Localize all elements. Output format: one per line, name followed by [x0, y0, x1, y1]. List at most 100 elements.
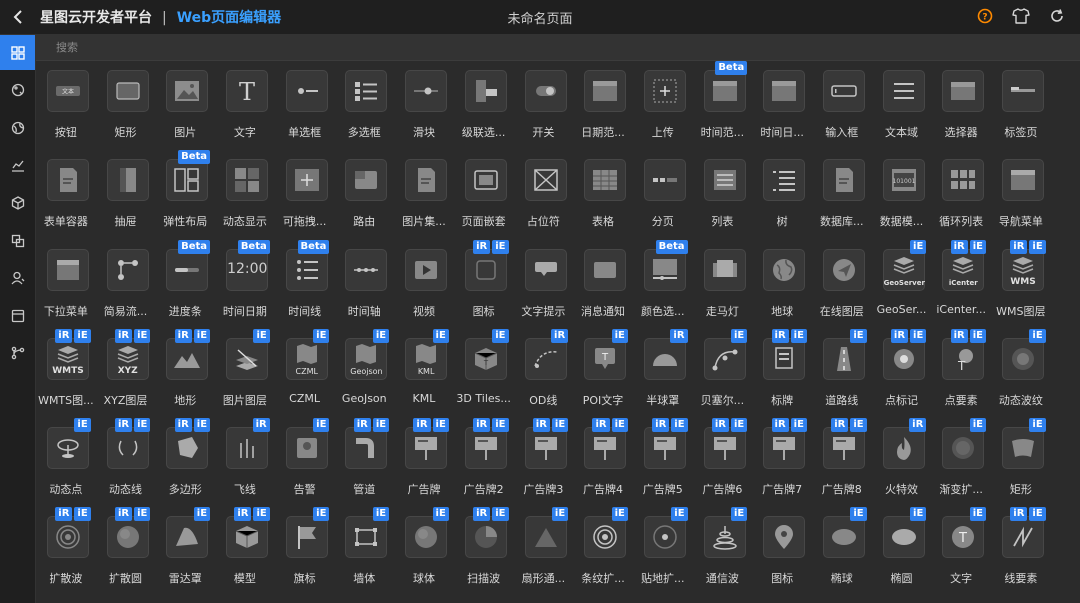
- component-item[interactable]: 动态显示: [215, 150, 275, 239]
- component-item[interactable]: 在线图层: [812, 240, 872, 329]
- component-item[interactable]: 路由: [334, 150, 394, 239]
- component-item[interactable]: Beta 颜色选...: [633, 239, 693, 329]
- component-item[interactable]: iE 墙体: [334, 507, 394, 596]
- component-item[interactable]: iR iE 地形: [155, 328, 215, 418]
- component-item[interactable]: iE 椭球: [812, 507, 872, 596]
- component-item[interactable]: Geojson iE GeoJson: [334, 328, 394, 418]
- sidebar-user-icon[interactable]: [0, 261, 35, 296]
- component-item[interactable]: iE 球体: [394, 507, 454, 596]
- component-item[interactable]: CZML iE CZML: [275, 328, 335, 418]
- component-item[interactable]: iR OD线: [514, 328, 574, 418]
- component-item[interactable]: iE 条纹扩...: [573, 507, 633, 596]
- component-item[interactable]: 开关: [514, 61, 574, 150]
- component-item[interactable]: 图片集...: [394, 150, 454, 239]
- component-item[interactable]: iR 飞线: [215, 418, 275, 507]
- component-item[interactable]: iR iE 广告牌3: [514, 418, 574, 507]
- component-item[interactable]: iR iE 扫描波: [454, 507, 514, 596]
- component-item[interactable]: iE 动态点: [36, 418, 96, 507]
- component-item[interactable]: iE 贴地扩...: [633, 507, 693, 596]
- component-item[interactable]: Beta 弹性布局: [155, 150, 215, 239]
- component-item[interactable]: 视频: [394, 240, 454, 329]
- component-item[interactable]: iR iE 广告牌6: [693, 418, 753, 507]
- component-item[interactable]: 12:00 Beta 时间日期: [215, 239, 275, 329]
- component-item[interactable]: 文字提示: [514, 240, 574, 329]
- component-item[interactable]: 时间轴: [334, 240, 394, 329]
- component-item[interactable]: iE 旗标: [275, 507, 335, 596]
- component-item[interactable]: iR iE 广告牌5: [633, 418, 693, 507]
- component-item[interactable]: Beta 时间范...: [693, 61, 753, 150]
- component-item[interactable]: TiE 文字: [931, 507, 991, 596]
- component-item[interactable]: 级联选...: [454, 61, 514, 150]
- component-item[interactable]: iCenter iR iE iCenter...: [931, 239, 991, 329]
- component-item[interactable]: 表单容器: [36, 150, 96, 239]
- component-item[interactable]: iR iE 扩散波: [36, 507, 96, 596]
- component-item[interactable]: iR 火特效: [872, 418, 932, 507]
- component-item[interactable]: iE 告警: [275, 418, 335, 507]
- sidebar-grid-icon[interactable]: [0, 35, 35, 70]
- component-item[interactable]: 图片: [155, 61, 215, 150]
- component-item[interactable]: 树: [752, 150, 812, 239]
- component-item[interactable]: iE 通信波: [693, 507, 753, 596]
- component-item[interactable]: GeoServer iE GeoSer...: [872, 239, 932, 329]
- component-item[interactable]: Beta 时间线: [275, 239, 335, 329]
- component-item[interactable]: WMS iR iE WMS图层: [991, 239, 1051, 329]
- component-item[interactable]: 图标: [752, 507, 812, 596]
- component-item[interactable]: 时间日...: [752, 61, 812, 150]
- component-item[interactable]: Beta 进度条: [155, 239, 215, 329]
- component-item[interactable]: iE 椭圆: [872, 507, 932, 596]
- component-item[interactable]: iE 雷达罩: [155, 507, 215, 596]
- sidebar-layers-icon[interactable]: [0, 223, 35, 258]
- component-item[interactable]: 日期范...: [573, 61, 633, 150]
- component-item[interactable]: iE 贝塞尔...: [693, 328, 753, 418]
- component-item[interactable]: 列表: [693, 150, 753, 239]
- refresh-icon[interactable]: [1048, 7, 1066, 25]
- component-item[interactable]: WMTS iR iE WMTS图...: [36, 328, 96, 418]
- component-item[interactable]: 简易流...: [96, 240, 156, 329]
- component-item[interactable]: iR iE 管道: [334, 418, 394, 507]
- component-item[interactable]: 上传: [633, 61, 693, 150]
- component-item[interactable]: iR iE 线要素: [991, 507, 1051, 596]
- component-item[interactable]: 标签页: [991, 61, 1051, 150]
- sidebar-chart-icon[interactable]: [0, 148, 35, 183]
- component-item[interactable]: XYZ iR iE XYZ图层: [96, 328, 156, 418]
- component-item[interactable]: 页面嵌套: [454, 150, 514, 239]
- component-item[interactable]: 可拖拽...: [275, 150, 335, 239]
- component-item[interactable]: iR iE 标牌: [752, 328, 812, 418]
- component-item[interactable]: TiE 3D Tiles...: [454, 328, 514, 418]
- component-item[interactable]: iE 道路线: [812, 328, 872, 418]
- sidebar-palette-icon[interactable]: [0, 73, 35, 108]
- component-item[interactable]: iR iE 扩散圆: [96, 507, 156, 596]
- component-item[interactable]: iR 半球罩: [633, 328, 693, 418]
- component-item[interactable]: iR iE 多边形: [155, 418, 215, 507]
- component-item[interactable]: 单选框: [275, 61, 335, 150]
- component-item[interactable]: 滑块: [394, 61, 454, 150]
- back-icon[interactable]: [10, 7, 26, 27]
- sidebar-branch-icon[interactable]: [0, 336, 35, 371]
- component-item[interactable]: KML iE KML: [394, 328, 454, 418]
- component-item[interactable]: 下拉菜单: [36, 240, 96, 329]
- theme-shirt-icon[interactable]: [1012, 7, 1030, 25]
- component-item[interactable]: 表格: [573, 150, 633, 239]
- component-item[interactable]: iE 渐变扩...: [931, 418, 991, 507]
- help-icon[interactable]: ?: [976, 7, 994, 25]
- component-item[interactable]: 占位符: [514, 150, 574, 239]
- component-item[interactable]: 文本域: [872, 61, 932, 150]
- component-item[interactable]: 循环列表: [931, 150, 991, 239]
- component-item[interactable]: iE 扇形通...: [514, 507, 574, 596]
- component-item[interactable]: iR iE 广告牌7: [752, 418, 812, 507]
- component-item[interactable]: iR iE 模型: [215, 507, 275, 596]
- component-item[interactable]: iR iE 广告牌: [394, 418, 454, 507]
- component-item[interactable]: iR iE 广告牌8: [812, 418, 872, 507]
- component-item[interactable]: iR iE 广告牌4: [573, 418, 633, 507]
- component-item[interactable]: 文本 按钮: [36, 61, 96, 150]
- component-item[interactable]: 分页: [633, 150, 693, 239]
- sidebar-cube-icon[interactable]: [0, 185, 35, 220]
- component-item[interactable]: 走马灯: [693, 240, 753, 329]
- component-item[interactable]: iR iE 图标: [454, 239, 514, 329]
- component-item[interactable]: iR iE 动态线: [96, 418, 156, 507]
- component-item[interactable]: 多选框: [334, 61, 394, 150]
- sidebar-card-icon[interactable]: [0, 298, 35, 333]
- component-item[interactable]: 地球: [752, 240, 812, 329]
- component-item[interactable]: iR iE 广告牌2: [454, 418, 514, 507]
- component-item[interactable]: 导航菜单: [991, 150, 1051, 239]
